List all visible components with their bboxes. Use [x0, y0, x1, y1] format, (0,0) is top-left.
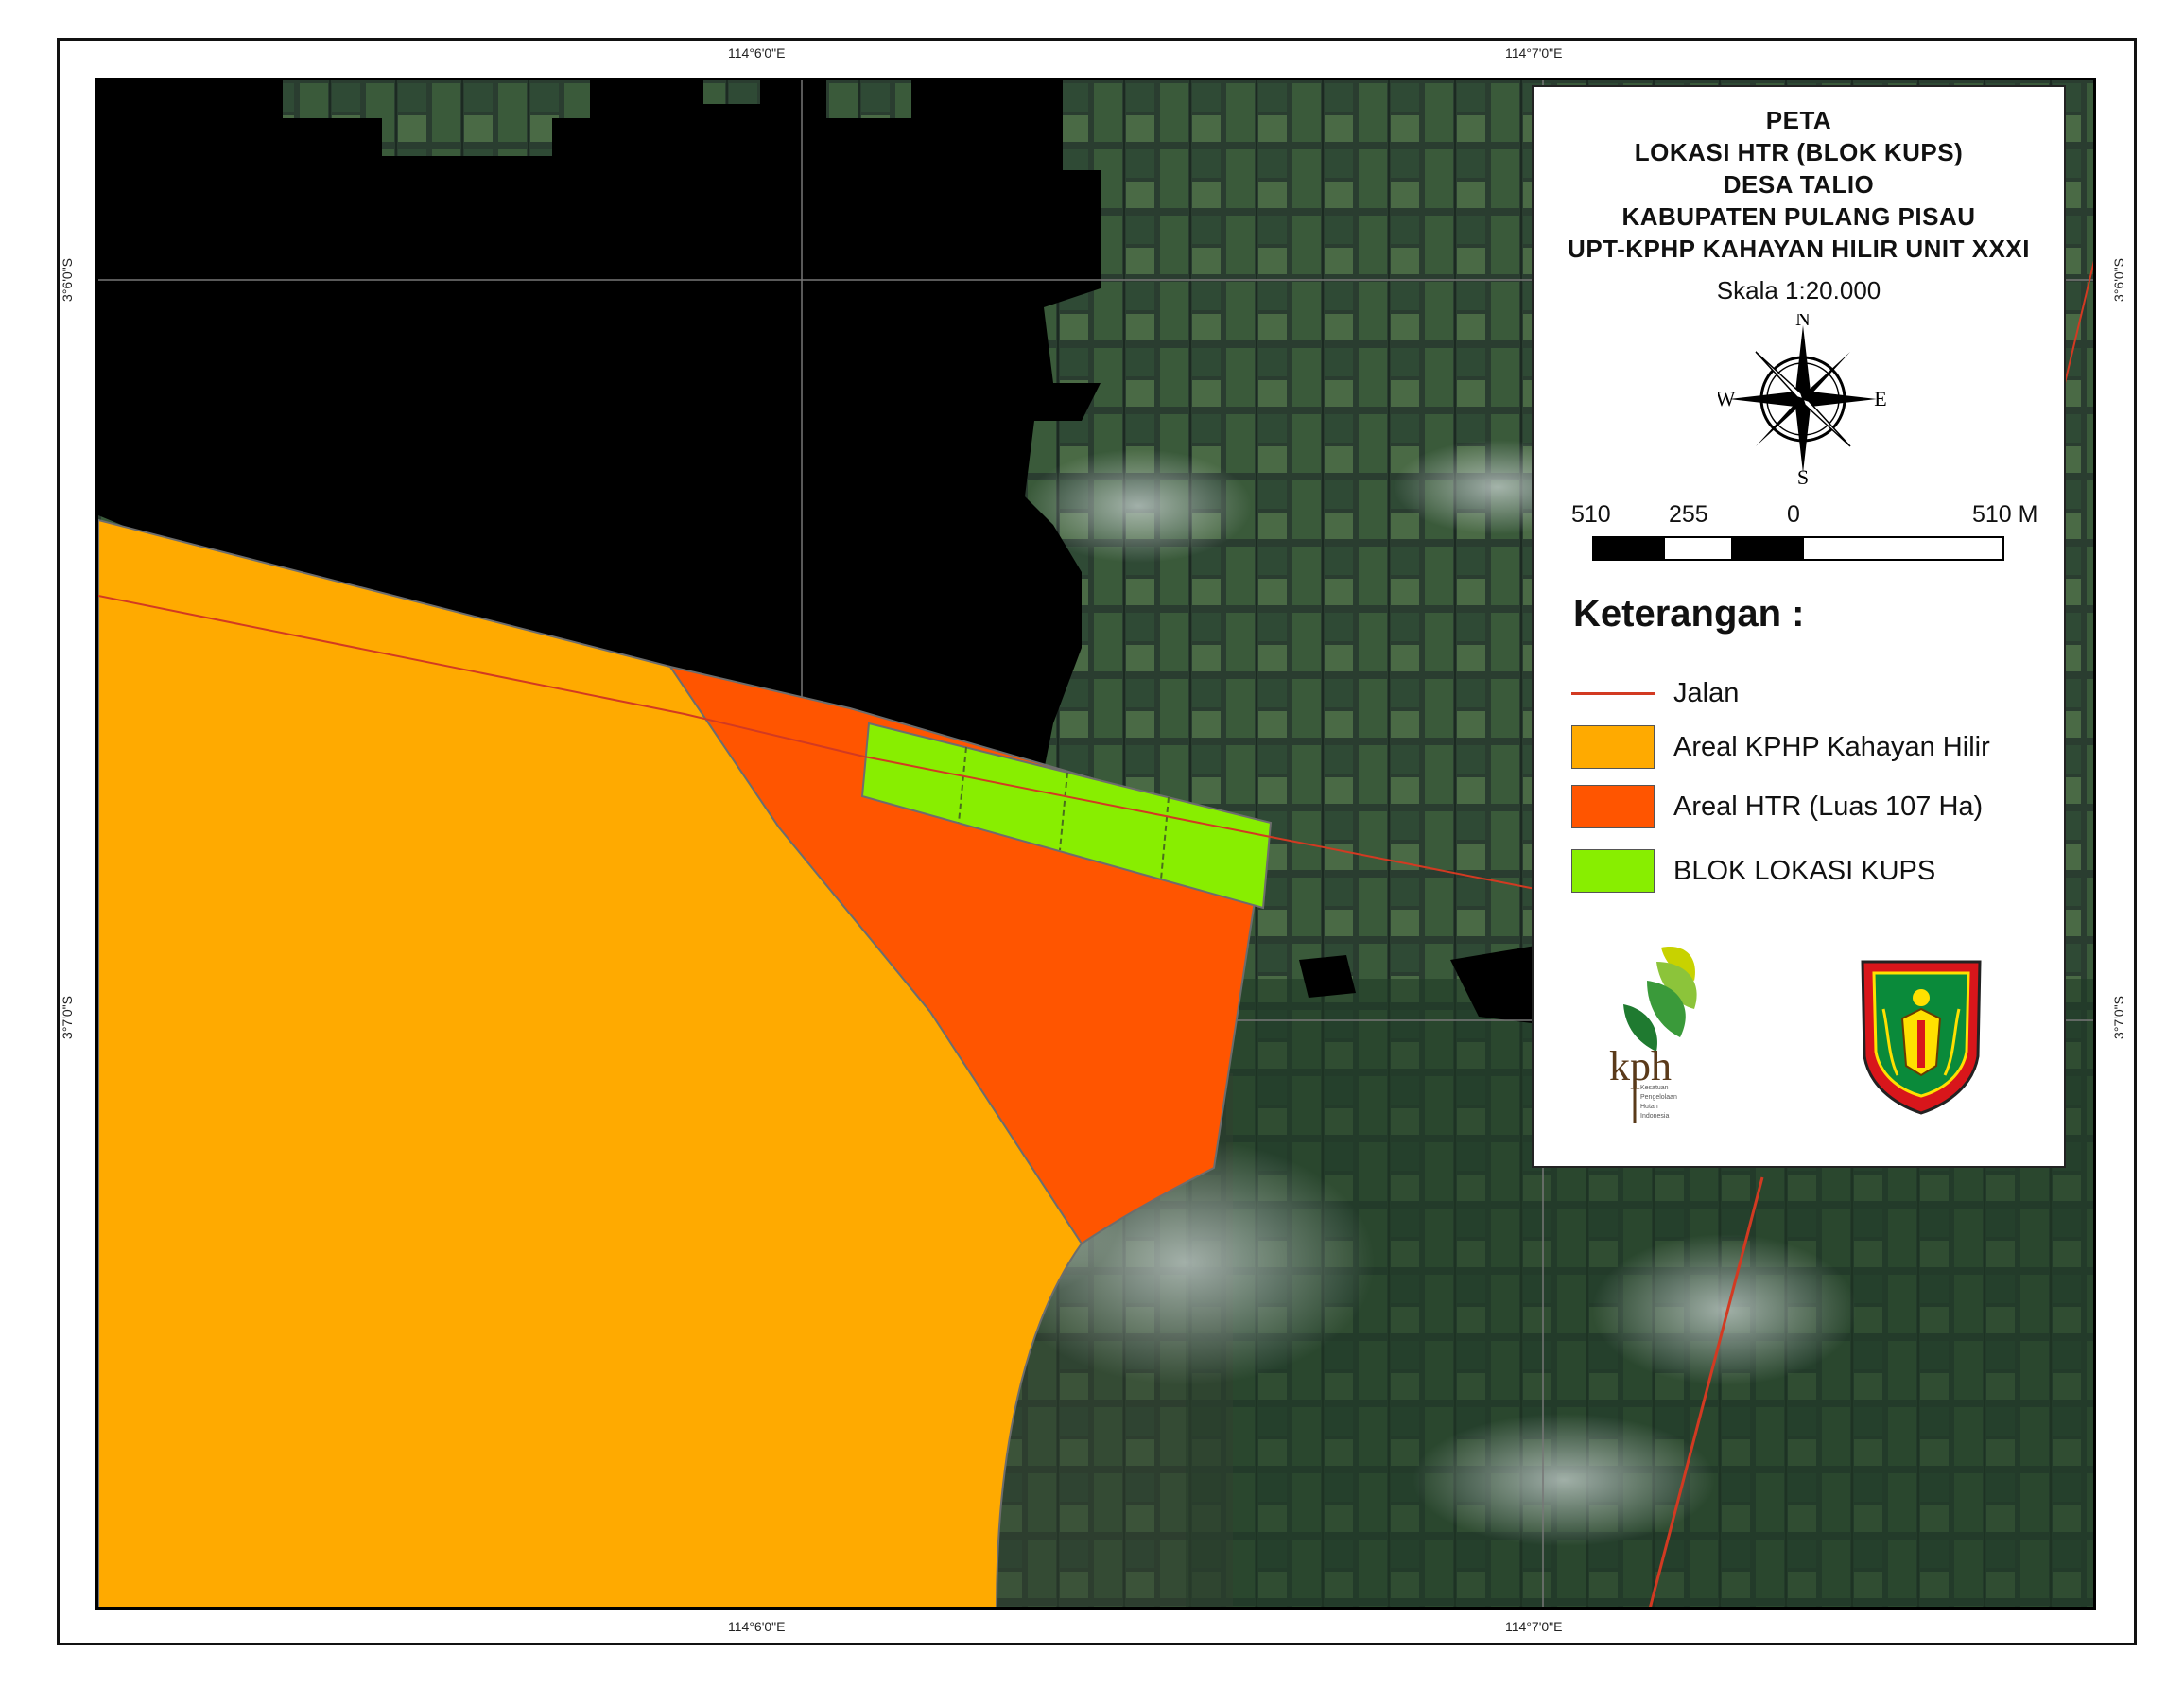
legend-label-kphp: Areal KPHP Kahayan Hilir	[1673, 731, 1990, 762]
coord-bottom-right: 114°7'0"E	[1505, 1619, 1563, 1634]
legend-panel: PETA LOKASI HTR (BLOK KUPS) DESA TALIO K…	[1532, 85, 2066, 1168]
legend-heading: Keterangan :	[1573, 593, 1805, 635]
compass-n: N	[1795, 314, 1811, 330]
map-title-line-4: KABUPATEN PULANG PISAU	[1621, 202, 1976, 231]
kph-subtext-3: Hutan	[1640, 1104, 1658, 1110]
legend-swatch-jalan	[1571, 692, 1655, 695]
legend-item-jalan: Jalan	[1571, 678, 1739, 709]
coord-top-left: 114°6'0"E	[728, 45, 786, 61]
kph-subtext-1: Kesatuan	[1640, 1085, 1669, 1091]
legend-label-kups: BLOK LOKASI KUPS	[1673, 855, 1936, 886]
kph-logo-text: kph	[1609, 1043, 1672, 1089]
map-title-line-3: DESA TALIO	[1723, 170, 1875, 199]
legend-label-htr: Areal HTR (Luas 107 Ha)	[1673, 791, 1984, 822]
kalteng-emblem-icon	[1861, 960, 1982, 1115]
map-title-line-2: LOKASI HTR (BLOK KUPS)	[1634, 138, 1964, 166]
scalebar-label-0: 0	[1787, 501, 1800, 528]
kph-subtext-2: Pengelolaan	[1640, 1094, 1677, 1101]
legend-swatch-kphp	[1571, 725, 1655, 769]
compass-e: E	[1874, 387, 1886, 410]
kph-subtext-4: Indonesia	[1640, 1113, 1669, 1120]
compass-s: S	[1797, 465, 1809, 484]
compass-w: W	[1718, 387, 1736, 410]
coord-bottom-left: 114°6'0"E	[728, 1619, 786, 1634]
legend-item-kphp: Areal KPHP Kahayan Hilir	[1571, 725, 1990, 769]
coord-left-lower: 3°7'0"S	[59, 996, 75, 1039]
legend-item-kups: BLOK LOKASI KUPS	[1571, 849, 1935, 893]
map-title-line-5: UPT-KPHP KAHAYAN HILIR UNIT XXXI	[1568, 235, 2030, 263]
coord-left-upper: 3°6'0"S	[59, 258, 75, 302]
coord-top-right: 114°7'0"E	[1505, 45, 1563, 61]
legend-swatch-htr	[1571, 785, 1655, 828]
legend-swatch-kups	[1571, 849, 1655, 893]
coord-right-upper: 3°6'0"S	[2110, 258, 2126, 302]
map-title-line-1: PETA	[1765, 106, 1832, 134]
no-data-area	[1299, 955, 1356, 998]
compass-rose-icon: N S W E	[1718, 314, 1887, 484]
scalebar	[1592, 536, 2004, 561]
scalebar-label-510m: 510 M	[1972, 501, 2038, 528]
legend-item-htr: Areal HTR (Luas 107 Ha)	[1571, 785, 1983, 828]
scalebar-label-255: 255	[1669, 501, 1708, 528]
scalebar-label-510: 510	[1571, 501, 1611, 528]
legend-label-jalan: Jalan	[1673, 678, 1740, 708]
scale-text: Skala 1:20.000	[1716, 276, 1881, 305]
coord-right-lower: 3°7'0"S	[2110, 996, 2126, 1039]
kph-logo-icon: kph Kesatuan Pengelolaan Hutan Indonesia	[1609, 947, 1697, 1123]
